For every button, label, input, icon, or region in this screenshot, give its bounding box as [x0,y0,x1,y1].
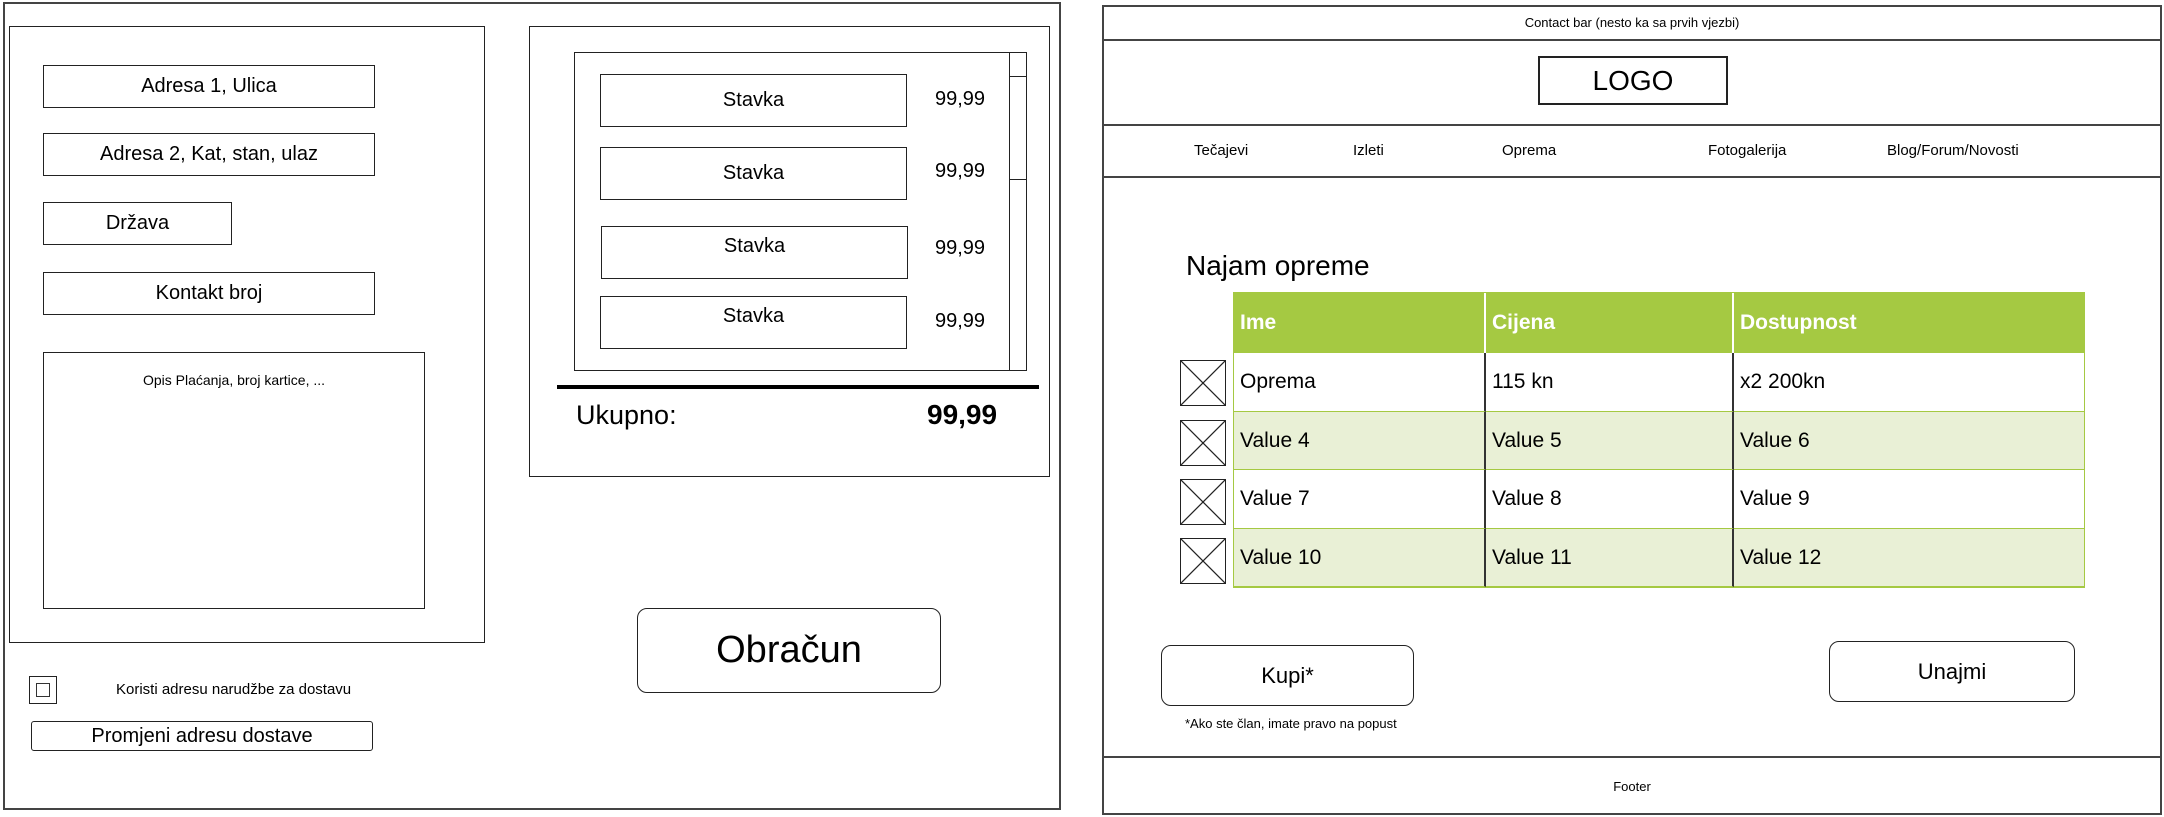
table-header-ime[interactable]: Ime [1234,293,1486,353]
table-cell: Value 11 [1486,529,1734,587]
row-select-checkbox[interactable] [1180,538,1226,584]
nav-item-oprema[interactable]: Oprema [1502,142,1556,159]
address2-field[interactable]: Adresa 2, Kat, stan, ulaz [43,133,375,176]
table-header-cijena[interactable]: Cijena [1486,293,1734,353]
cart-item-price: 99,99 [935,310,986,332]
page-title: Najam opreme [1186,250,1370,281]
table-cell: Value 12 [1734,529,2084,587]
nav-item-blog-forum-novosti[interactable]: Blog/Forum/Novosti [1887,142,2019,159]
cart-item-name: Stavka [600,147,907,200]
table-cell: Value 9 [1734,470,2084,529]
row-select-checkbox[interactable] [1180,420,1226,466]
table-cell: Value 6 [1734,412,2084,470]
member-discount-note: *Ako ste član, imate pravo na popust [1185,716,1397,731]
cart-scrollbar-thumb[interactable] [1009,76,1027,180]
row-select-checkbox[interactable] [1180,479,1226,525]
payment-description-placeholder: Opis Plaćanja, broj kartice, ... [142,372,326,388]
table-cell: Value 10 [1234,529,1486,587]
table-cell: Value 5 [1486,412,1734,470]
country-field[interactable]: Država [43,202,232,245]
row-select-checkbox[interactable] [1180,360,1226,406]
cart-item-name: Stavka [601,226,908,279]
footer-text: Footer [1613,779,1651,794]
calculate-button[interactable]: Obračun [637,608,941,693]
nav-item-tecajevi[interactable]: Tečajevi [1194,142,1248,159]
nav-item-izleti[interactable]: Izleti [1353,142,1384,159]
buy-button[interactable]: Kupi* [1161,645,1414,706]
cart-item-price: 99,99 [935,88,986,110]
cart-item-price: 99,99 [935,160,986,182]
use-order-address-label: Koristi adresu narudžbe za dostavu [116,681,352,698]
logo[interactable]: LOGO [1538,56,1728,105]
cart-item-name: Stavka [600,296,907,349]
use-order-address-checkbox[interactable] [29,676,57,704]
contact-bar: Contact bar (nesto ka sa prvih vjezbi) [1102,5,2162,41]
cart-total-value: 99,99 [927,399,998,430]
table-cell: Value 8 [1486,470,1734,529]
table-cell: Oprema [1234,353,1486,412]
cart-item-name: Stavka [600,74,907,127]
rent-button[interactable]: Unajmi [1829,641,2075,702]
table-header-dostupnost[interactable]: Dostupnost [1734,293,2084,353]
table-cell: Value 7 [1234,470,1486,529]
cart-total-divider [557,385,1039,389]
table-cell: Value 4 [1234,412,1486,470]
table-cell: 115 kn [1486,353,1734,412]
cart-total-label: Ukupno: [576,400,677,430]
nav-item-fotogalerija[interactable]: Fotogalerija [1708,142,1786,159]
change-delivery-address-button[interactable]: Promjeni adresu dostave [31,721,373,751]
footer: Footer [1102,756,2162,815]
contact-bar-text: Contact bar (nesto ka sa prvih vjezbi) [1524,14,1740,30]
contact-field[interactable]: Kontakt broj [43,272,375,315]
cart-scrollbar[interactable] [1009,52,1027,371]
table-cell: x2 200kn [1734,353,2084,412]
address1-field[interactable]: Adresa 1, Ulica [43,65,375,108]
payment-description-field[interactable]: Opis Plaćanja, broj kartice, ... [43,352,425,609]
cart-item-price: 99,99 [935,237,986,259]
